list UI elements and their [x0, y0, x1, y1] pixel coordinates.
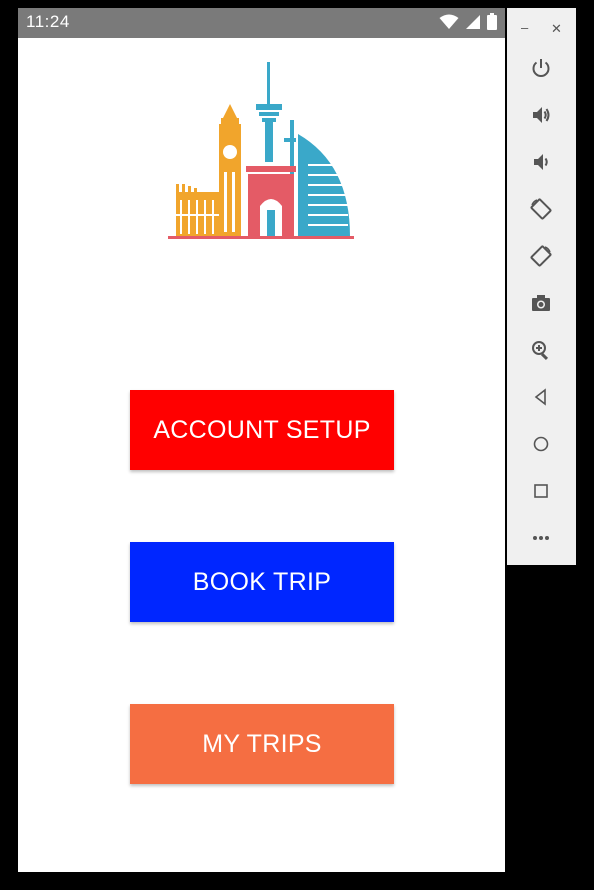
zoom-icon[interactable] [528, 337, 554, 363]
minimize-icon[interactable]: – [521, 20, 528, 35]
emulator-side-panel: – ✕ [507, 8, 576, 565]
book-trip-button[interactable]: BOOK TRIP [130, 542, 394, 622]
close-icon[interactable]: ✕ [551, 21, 562, 37]
volume-up-icon[interactable] [528, 102, 554, 128]
volume-down-icon[interactable] [528, 149, 554, 175]
home-icon[interactable] [528, 431, 554, 457]
window-controls: – ✕ [507, 20, 576, 38]
account-setup-button[interactable]: ACCOUNT SETUP [130, 390, 394, 470]
my-trips-button[interactable]: MY TRIPS [130, 704, 394, 784]
rotate-left-icon[interactable] [528, 196, 554, 222]
signal-icon [465, 14, 481, 30]
status-bar: 11:24 [18, 8, 505, 38]
rotate-right-icon[interactable] [528, 243, 554, 269]
back-icon[interactable] [528, 384, 554, 410]
overview-icon[interactable] [528, 478, 554, 504]
status-time: 11:24 [26, 12, 70, 31]
phone-screen: 11:24 ACCOUNT SETUP BOOK TRIP MY TRIPS [18, 8, 505, 872]
wifi-icon [439, 14, 459, 30]
more-icon[interactable] [528, 525, 554, 551]
camera-icon[interactable] [528, 290, 554, 316]
city-landmarks-logo [164, 54, 354, 244]
status-icons [439, 13, 497, 30]
battery-icon [487, 13, 497, 30]
power-icon[interactable] [528, 55, 554, 81]
